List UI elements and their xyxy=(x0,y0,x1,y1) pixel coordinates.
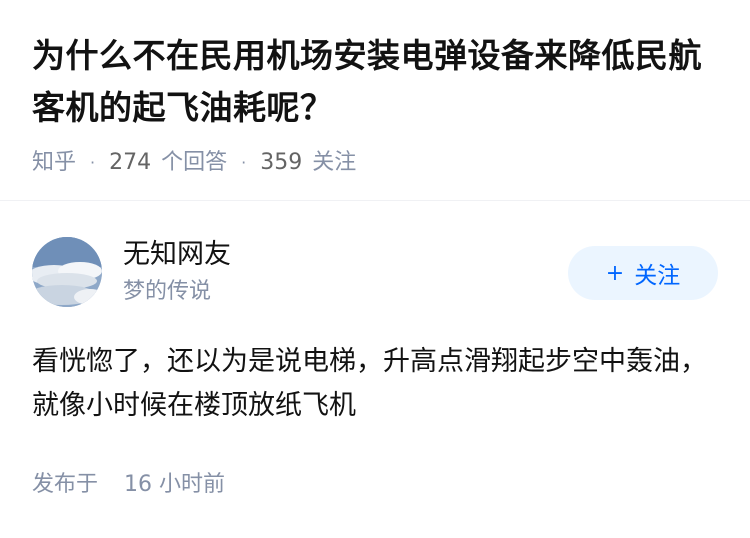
divider xyxy=(0,200,750,201)
question-title[interactable]: 为什么不在民用机场安装电弹设备来降低民航客机的起飞油耗呢？ xyxy=(32,30,732,134)
follower-count: 359 xyxy=(260,150,303,175)
separator-dot: · xyxy=(241,153,247,172)
source-label[interactable]: 知乎 xyxy=(32,148,76,178)
question-meta: 知乎 · 274 个回答 · 359 关注 xyxy=(32,148,732,178)
answer-count-label[interactable]: 个回答 xyxy=(161,148,227,178)
question-header: 为什么不在民用机场安装电弹设备来降低民航客机的起飞油耗呢？ 知乎 · 274 个… xyxy=(32,30,732,178)
follower-count-label: 关注 xyxy=(312,150,357,175)
follow-button[interactable]: + 关注 xyxy=(568,246,718,300)
author-info: 无知网友 梦的传说 xyxy=(123,237,231,307)
avatar[interactable] xyxy=(32,237,102,307)
separator-dot: · xyxy=(90,153,96,172)
publish-time: 16 小时前 xyxy=(124,472,226,497)
author-name[interactable]: 无知网友 xyxy=(123,237,231,273)
answer-content[interactable]: 看恍惚了，还以为是说电梯，升高点滑翔起步空中轰油，就像小时候在楼顶放纸飞机 xyxy=(32,340,722,428)
answer-count: 274 xyxy=(109,150,152,175)
sky-cloud-avatar-icon xyxy=(32,237,102,307)
author-row: 无知网友 梦的传说 + 关注 xyxy=(32,237,718,309)
answer-time: 发布于 16 小时前 xyxy=(32,470,225,500)
author-bio: 梦的传说 xyxy=(123,279,212,304)
publish-prefix: 发布于 xyxy=(32,472,99,497)
answer-text: 看恍惚了，还以为是说电梯，升高点滑翔起步空中轰油，就像小时候在楼顶放纸飞机 xyxy=(32,346,707,421)
follow-label: 关注 xyxy=(634,263,681,289)
plus-icon: + xyxy=(605,260,625,286)
